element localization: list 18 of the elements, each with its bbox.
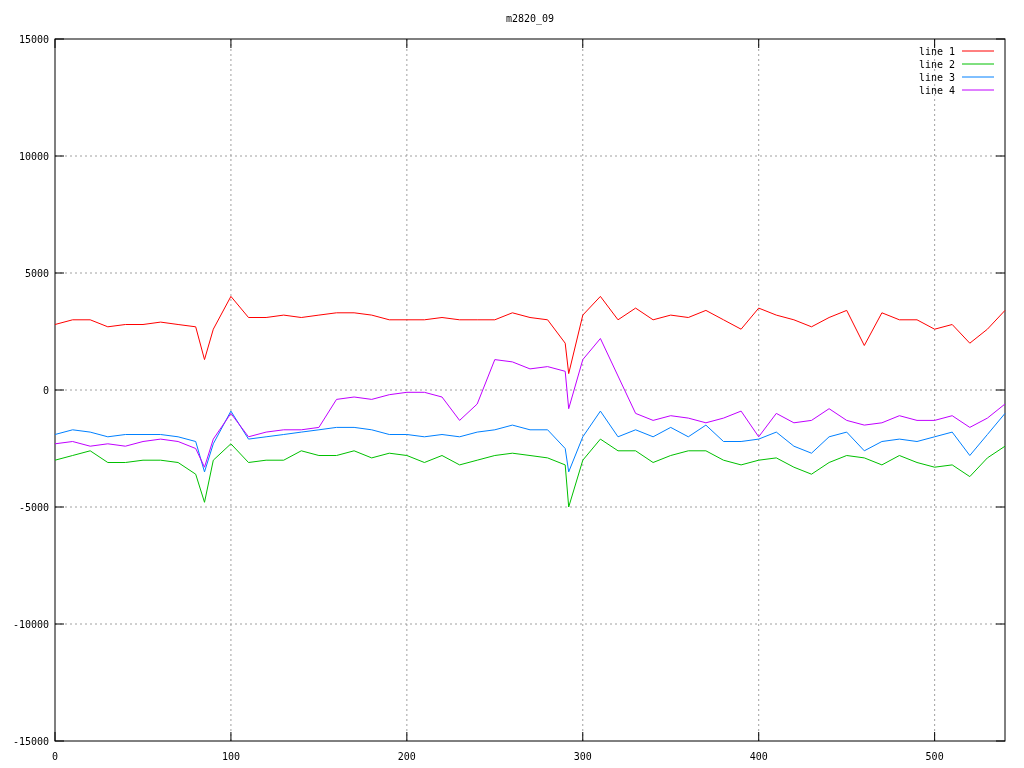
y-tick-label: -15000 — [12, 736, 49, 747]
x-tick-label: 100 — [221, 751, 240, 762]
legend-label: line 4 — [918, 85, 955, 96]
y-tick-label: 15000 — [18, 34, 49, 45]
x-tick-label: 200 — [397, 751, 416, 762]
y-tick-label: 10000 — [18, 151, 49, 162]
y-tick-label: 5000 — [24, 268, 49, 279]
legend-label: line 2 — [918, 59, 955, 70]
chart-title: m2820_09 — [505, 13, 555, 24]
y-tick-label: -10000 — [12, 619, 49, 630]
x-tick-label: 400 — [749, 751, 768, 762]
y-tick-label: 0 — [42, 385, 49, 396]
x-tick-label: 500 — [925, 751, 944, 762]
legend-label: line 3 — [918, 72, 955, 83]
y-tick-label: -5000 — [18, 502, 49, 513]
legend-label: line 1 — [918, 46, 955, 57]
x-tick-label: 0 — [52, 751, 58, 762]
x-tick-label: 300 — [573, 751, 592, 762]
